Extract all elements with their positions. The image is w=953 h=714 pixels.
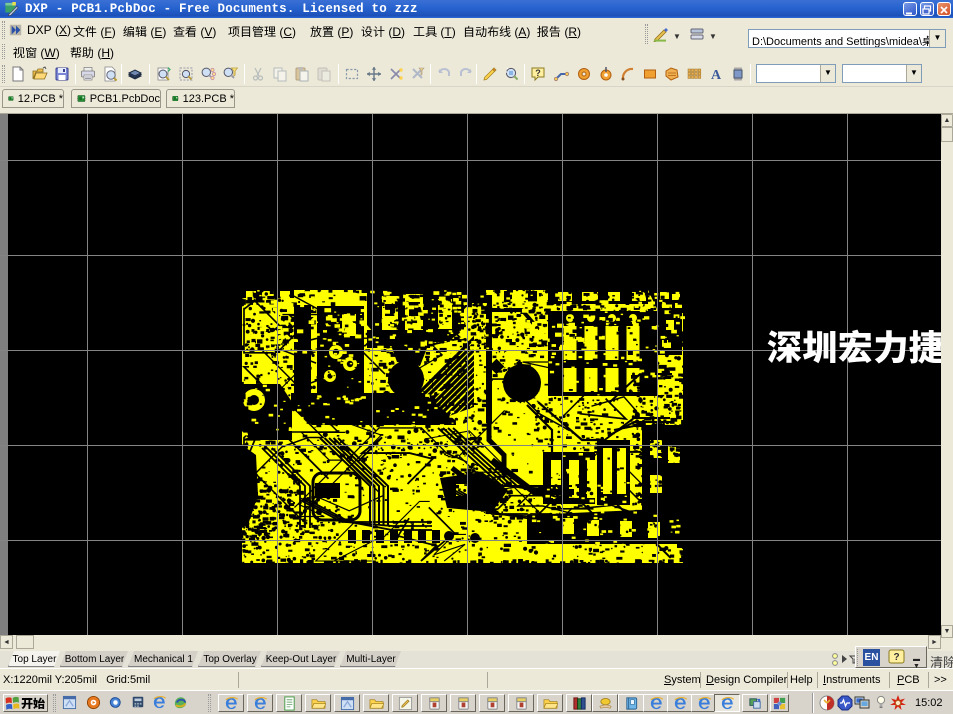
svg-text:A: A xyxy=(711,68,722,82)
svg-text:?: ? xyxy=(893,652,899,663)
svg-text:?: ? xyxy=(535,68,541,78)
